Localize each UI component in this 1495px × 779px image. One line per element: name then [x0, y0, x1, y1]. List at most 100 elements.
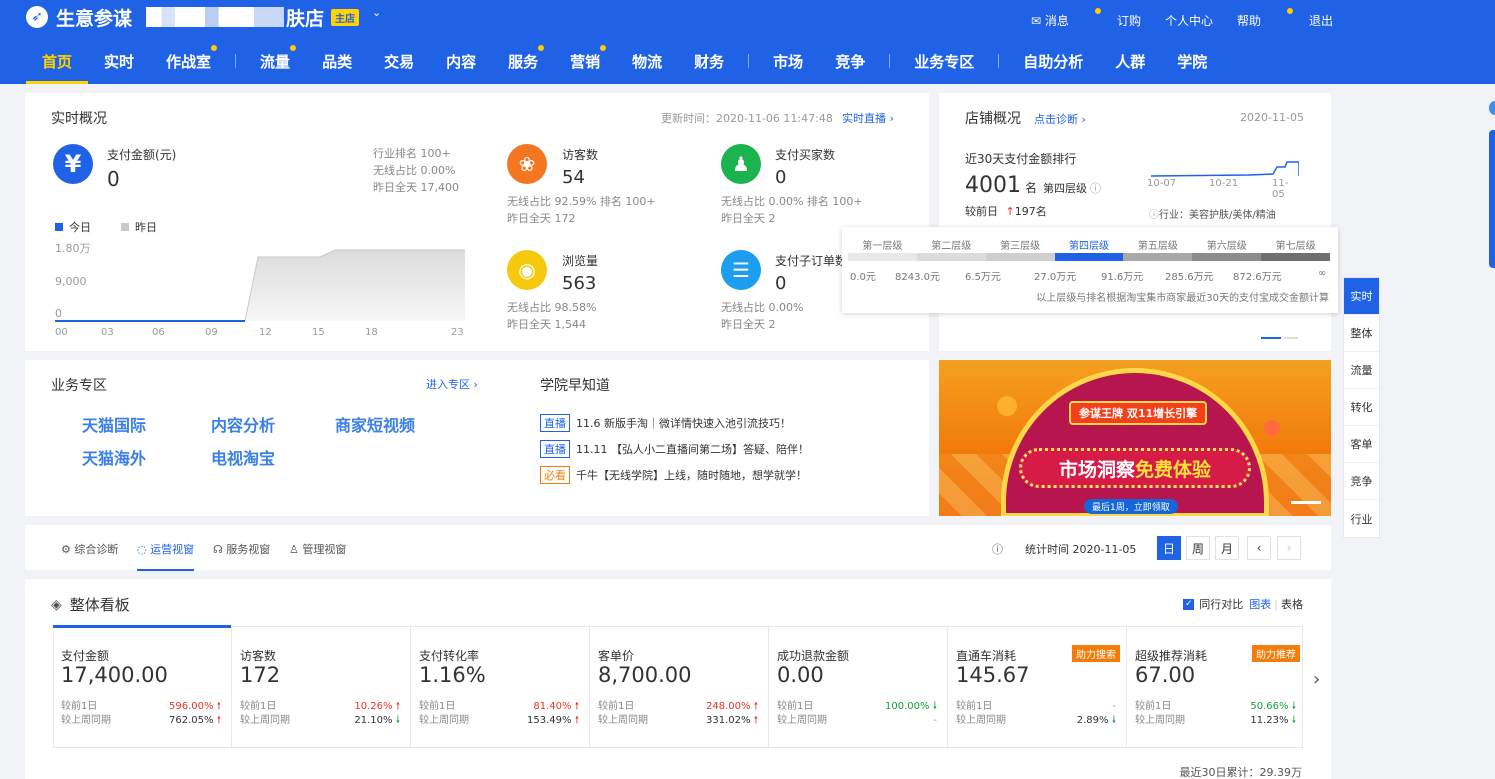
side-tab-order-value[interactable]: 客单	[1344, 426, 1379, 463]
nav-trade[interactable]: 交易	[368, 49, 430, 84]
side-tab-traffic[interactable]: 流量	[1344, 352, 1379, 389]
subscribe-link[interactable]: 订购	[1117, 12, 1141, 29]
app-logo[interactable]: ➶ 生意参谋	[26, 4, 132, 30]
edge-float-button[interactable]	[1489, 101, 1495, 115]
nav-academy[interactable]: 学院	[1161, 49, 1223, 84]
business-link-tmall-intl[interactable]: 天猫国际	[82, 412, 146, 436]
academy-item[interactable]: 必看 千牛【无线学院】上线，随时随地，想学就学！	[540, 466, 807, 484]
kpi-tile[interactable]: 支付金额 17,400.00 较前1日 较上周同期 596.00% 🠕 762.05% 🠕	[53, 626, 232, 748]
period-month-button[interactable]: 月	[1215, 536, 1239, 560]
enter-business-link[interactable]: 进入专区 ›	[426, 376, 478, 392]
kpi-tile[interactable]: 支付转化率 1.16% 较前1日 较上周同期 81.40% 🠕 153.49% 🠕	[411, 626, 590, 748]
business-link-content[interactable]: 内容分析	[211, 412, 275, 436]
suborders-stats: 无线占比 0.00% 昨日全天 2	[721, 299, 803, 333]
academy-item[interactable]: 直播 11.11 【弘人小二直播间第二场】答疑、陪伴！	[540, 440, 809, 458]
user-center-link[interactable]: 个人中心	[1165, 12, 1213, 29]
kpi-tile[interactable]: 访客数 172 较前1日 较上周同期 10.26% 🠕 21.10% 🠗	[232, 626, 411, 748]
yen-icon: ¥	[53, 144, 93, 184]
business-link-tmall-overseas[interactable]: 天猫海外	[82, 445, 146, 469]
tier-name-current: 第四层级	[1069, 241, 1109, 252]
promo-banner[interactable]: 参谋王牌 双11增长引擎 市场洞察 免费体验 最后1周，立即领取	[939, 360, 1331, 516]
next-date-button[interactable]: ›	[1277, 536, 1301, 560]
chevron-down-icon[interactable]: ⌄	[372, 6, 381, 19]
side-tab-industry[interactable]: 行业	[1344, 500, 1379, 537]
shop-date: 2020-11-05	[1240, 111, 1304, 124]
kpi-promo-tag[interactable]: 助力推荐	[1252, 645, 1300, 662]
banner-indicator[interactable]	[1291, 501, 1321, 504]
messages-link[interactable]: ✉ 消息	[1031, 8, 1101, 29]
help-icon[interactable]: ⓘ	[1090, 180, 1101, 196]
edge-float-panel[interactable]	[1489, 130, 1495, 268]
compare-checkbox[interactable]: ✓	[1183, 598, 1195, 610]
arrow-up-icon: 🠕	[574, 715, 579, 726]
kpi-tile[interactable]: 成功退款金额 0.00 较前1日 较上周同期 100.00% 🠗 -	[769, 626, 948, 748]
nav-competition[interactable]: 竞争	[819, 49, 881, 84]
side-tab-conversion[interactable]: 转化	[1344, 389, 1379, 426]
nav-category[interactable]: 品类	[306, 49, 368, 84]
kpi-compare-labels: 较前1日 较上周同期	[61, 700, 111, 728]
kpi-compare-week: 762.05%	[169, 715, 214, 726]
period-day-button[interactable]: 日	[1157, 536, 1181, 560]
tab-diagnosis[interactable]: ⚙ 综合诊断	[61, 541, 118, 557]
nav-finance[interactable]: 财务	[678, 49, 740, 84]
realtime-chart	[55, 249, 465, 322]
banner-cta[interactable]: 最后1周，立即领取	[1084, 499, 1178, 514]
logout-link[interactable]: 退出	[1309, 12, 1333, 29]
tab-label: 管理视窗	[302, 543, 347, 556]
kpi-label: 访客数	[240, 649, 277, 663]
tier-name: 第七层级	[1275, 241, 1316, 252]
view-table-toggle[interactable]: 表格	[1281, 596, 1303, 612]
kpi-next-arrow[interactable]: ›	[1313, 669, 1320, 690]
info-icon[interactable]: ⓘ	[992, 541, 1003, 557]
nav-realtime[interactable]: 实时	[88, 49, 150, 84]
diagnose-link[interactable]: 点击诊断 ›	[1034, 111, 1086, 127]
business-link-short-video[interactable]: 商家短视频	[335, 412, 415, 436]
legend-yesterday: 昨日	[135, 221, 157, 234]
chart-xlabel: 09	[205, 327, 218, 338]
nav-warroom[interactable]: 作战室	[150, 45, 227, 84]
tab-management[interactable]: ♙ 管理视窗	[289, 541, 346, 557]
realtime-live-link[interactable]: 实时直播 ›	[842, 110, 894, 126]
side-tab-overall[interactable]: 整体	[1344, 315, 1379, 352]
nav-self-analysis[interactable]: 自助分析	[1007, 49, 1099, 84]
nav-content[interactable]: 内容	[430, 49, 492, 84]
rank-row: 4001 名 第四层级 ⓘ	[965, 173, 1101, 198]
nav-service[interactable]: 服务	[492, 45, 554, 84]
tab-service[interactable]: ☊ 服务视窗	[213, 541, 270, 557]
must-see-tag: 必看	[540, 466, 570, 484]
nav-market[interactable]: 市场	[757, 49, 819, 84]
nav-logistics[interactable]: 物流	[616, 49, 678, 84]
kpi-compare-day: 248.00%	[706, 701, 751, 712]
side-tab-realtime[interactable]: 实时	[1344, 278, 1379, 315]
help-link[interactable]: 帮助	[1237, 8, 1293, 29]
tab-operation[interactable]: ◌ 运营视窗	[137, 541, 195, 571]
business-link-tv-taobao[interactable]: 电视淘宝	[211, 445, 275, 469]
carousel-indicator[interactable]	[1284, 337, 1298, 339]
side-tab-panel: 实时 整体 流量 转化 客单 竞争 行业	[1343, 277, 1380, 538]
nav-traffic[interactable]: 流量	[244, 45, 306, 84]
kpi-tile[interactable]: 直通车消耗 助力搜索 145.67 较前1日 较上周同期 -2.89% 🠗	[948, 626, 1127, 748]
pay-amount-value: 0	[107, 167, 120, 191]
arrow-up-icon: ↑	[1005, 205, 1015, 218]
carousel-indicator-active[interactable]	[1261, 337, 1281, 339]
notification-dot	[538, 45, 545, 51]
nav-business[interactable]: 业务专区	[898, 49, 990, 84]
nav-marketing[interactable]: 营销	[554, 45, 616, 84]
kpi-tile[interactable]: 超级推荐消耗 助力推荐 67.00 较前1日 较上周同期 50.66% 🠗 11.23% 🠗	[1127, 626, 1306, 748]
kpi-label: 超级推荐消耗	[1135, 649, 1208, 663]
period-week-button[interactable]: 周	[1186, 536, 1210, 560]
banner-balloon	[997, 396, 1017, 416]
prev-date-button[interactable]: ‹	[1247, 536, 1271, 560]
kpi-compare-day-label: 较前1日	[61, 701, 98, 712]
side-tab-competition[interactable]: 竞争	[1344, 463, 1379, 500]
academy-item[interactable]: 直播 11.6 新版手淘｜微详情快速入池引流技巧！	[540, 414, 791, 432]
chart-xlabel: 03	[101, 327, 114, 338]
kpi-value: 17,400.00	[61, 663, 168, 687]
nav-divider	[889, 54, 891, 68]
kpi-tile[interactable]: 客单价 8,700.00 较前1日 较上周同期 248.00% 🠕 331.02% 🠕	[590, 626, 769, 748]
nav-crowd[interactable]: 人群	[1099, 49, 1161, 84]
view-chart-toggle[interactable]: 图表	[1249, 596, 1271, 612]
kpi-compare-values: -2.89% 🠗	[1077, 700, 1116, 728]
nav-home[interactable]: 首页	[26, 49, 89, 84]
kpi-promo-tag[interactable]: 助力搜索	[1072, 645, 1120, 662]
